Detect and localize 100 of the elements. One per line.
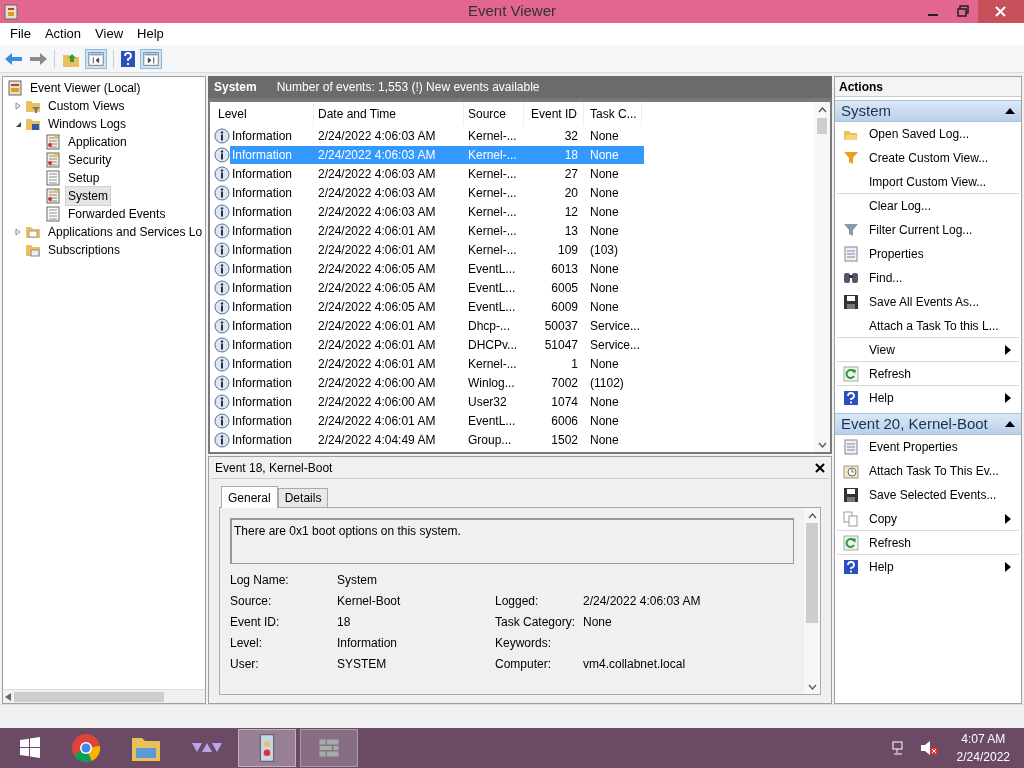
command-link[interactable]: Clear Log... (837, 194, 1019, 218)
menu-item[interactable]: Help (131, 24, 170, 44)
clock-time[interactable]: 4:07 AM (961, 730, 1006, 748)
menu-item[interactable]: View (89, 24, 130, 44)
tree-item[interactable]: Application (65, 132, 130, 152)
event-row[interactable]: Information 2/24/2022 4:04:49 AM Group... 1502 None (230, 430, 644, 449)
back-icon[interactable] (4, 50, 24, 67)
event-row[interactable]: Information 2/24/2022 4:06:01 AM DHCPv... 51047 Service... (230, 335, 644, 354)
tab[interactable]: General (221, 486, 278, 508)
table-cell-text: None (589, 279, 620, 297)
event-row[interactable]: Information 2/24/2022 4:06:01 AM EventL... 6006 None (230, 411, 644, 430)
command-link[interactable]: Filter Current Log... (837, 218, 1019, 242)
column-header[interactable]: Date and Time (314, 102, 464, 126)
info-icon (214, 336, 230, 353)
table-cell-text: 27 (563, 165, 579, 183)
section-header[interactable]: System (835, 100, 1021, 122)
command-link[interactable]: Import Custom View... (837, 170, 1019, 194)
event-viewer-icon[interactable] (238, 729, 296, 767)
column-header[interactable]: Source (464, 102, 524, 126)
scrollbar-thumb[interactable] (14, 691, 164, 702)
folder-icon (25, 242, 41, 258)
expand-icon[interactable] (14, 228, 22, 236)
event-row[interactable]: Information 2/24/2022 4:06:03 AM Kernel-... 27 None (230, 164, 644, 183)
command-link[interactable]: Attach a Task To this L... (837, 314, 1019, 338)
horizontal-scrollbar[interactable] (3, 689, 205, 703)
command-link[interactable]: Help (837, 386, 1019, 410)
event-row[interactable]: Information 2/24/2022 4:06:00 AM User32 1074 None (230, 392, 644, 411)
menu-item[interactable]: Action (38, 24, 88, 44)
tree-item[interactable]: Applications and Services Lo (45, 222, 205, 242)
event-row[interactable]: Information 2/24/2022 4:06:05 AM EventL... 6009 None (230, 297, 644, 316)
help-icon[interactable] (120, 49, 136, 68)
command-link[interactable]: Refresh (837, 362, 1019, 386)
scroll-down-icon[interactable] (817, 442, 827, 448)
event-row[interactable]: Information 2/24/2022 4:06:03 AM Kernel-... 32 None (230, 126, 644, 145)
column-header[interactable]: Level (214, 102, 314, 126)
refresh-icon (843, 365, 859, 382)
event-row[interactable]: Information 2/24/2022 4:06:00 AM Winlog... 7002 (1102) (230, 373, 644, 392)
event-row[interactable]: Information 2/24/2022 4:06:01 AM Kernel-... 1 None (230, 354, 644, 373)
help-icon (843, 389, 859, 406)
scrollbar-thumb[interactable] (806, 523, 818, 623)
table-cell-text: Group... (467, 431, 513, 449)
menu-item[interactable]: File (4, 24, 37, 44)
tab[interactable]: Details (277, 488, 329, 507)
table-cell-text: EventL... (467, 279, 517, 297)
tree-item[interactable]: Security (65, 150, 115, 170)
table-cell-text: Information (231, 222, 294, 240)
command-link[interactable]: Event Properties (837, 435, 1019, 459)
vertical-scrollbar[interactable] (804, 508, 820, 694)
command-link[interactable]: Help (837, 555, 1019, 579)
tree-item[interactable]: System (65, 186, 111, 206)
table-cell-text: 2/24/2022 4:06:01 AM (317, 241, 437, 259)
command-link[interactable]: View (837, 338, 1019, 362)
muted-speaker-icon[interactable] (918, 739, 939, 757)
tree-item[interactable]: Setup (65, 168, 103, 188)
command-link[interactable]: Open Saved Log... (837, 122, 1019, 146)
command-link[interactable]: Copy (837, 507, 1019, 531)
event-row[interactable]: Information 2/24/2022 4:06:05 AM EventL... 6013 None (230, 259, 644, 278)
section-header[interactable]: Event 20, Kernel-Boot (835, 413, 1021, 435)
column-header[interactable]: Task C... (584, 102, 642, 126)
event-row[interactable]: Information 2/24/2022 4:06:03 AM Kernel-... 20 None (230, 183, 644, 202)
tree-item[interactable]: Subscriptions (45, 240, 124, 260)
event-row[interactable]: Information 2/24/2022 4:06:05 AM EventL... 6005 None (230, 278, 644, 297)
table-cell-text: Information (231, 298, 294, 316)
tree-item[interactable]: Custom Views (45, 96, 128, 116)
field-label: Logged: (495, 593, 540, 610)
log-title: System (214, 79, 257, 96)
table-cell-text: 2/24/2022 4:06:01 AM (317, 317, 437, 335)
pane-icon[interactable] (140, 48, 162, 69)
collapse-icon (1005, 108, 1015, 114)
table-cell-text: None (589, 260, 620, 278)
forward-icon[interactable] (28, 50, 48, 67)
command-link[interactable]: Attach Task To This Ev... (837, 459, 1019, 483)
tree-item[interactable]: Windows Logs (45, 114, 130, 134)
event-row[interactable]: Information 2/24/2022 4:06:01 AM Kernel-... 109 (103) (230, 240, 644, 259)
scroll-up-icon[interactable] (807, 513, 817, 519)
command-link[interactable]: Find... (837, 266, 1019, 290)
collapse-icon[interactable] (14, 120, 22, 128)
scroll-left-icon[interactable] (5, 692, 12, 701)
event-row[interactable]: Information 2/24/2022 4:06:01 AM Dhcp-... 50037 Service... (230, 316, 644, 335)
pane-icon[interactable] (85, 48, 107, 69)
command-link[interactable]: Refresh (837, 531, 1019, 555)
command-link[interactable]: Properties (837, 242, 1019, 266)
info-icon (214, 374, 230, 391)
table-cell-text: Information (231, 184, 294, 202)
table-cell-text: Information (231, 317, 294, 335)
event-row[interactable]: Information 2/24/2022 4:06:03 AM Kernel-... 12 None (230, 202, 644, 221)
tree-item[interactable]: Forwarded Events (65, 204, 169, 224)
command-link[interactable]: Save All Events As... (837, 290, 1019, 314)
event-row[interactable]: Information 2/24/2022 4:06:01 AM Kernel-... 13 None (230, 221, 644, 240)
scroll-up-icon[interactable] (817, 107, 827, 113)
expand-icon[interactable] (14, 102, 22, 110)
vertical-scrollbar[interactable] (814, 102, 830, 452)
command-link[interactable]: Create Custom View... (837, 146, 1019, 170)
tree-item[interactable]: Event Viewer (Local) (27, 78, 144, 98)
scroll-down-icon[interactable] (807, 684, 817, 690)
column-header[interactable]: Event ID (524, 102, 584, 126)
scrollbar-thumb[interactable] (817, 118, 827, 134)
close-icon[interactable] (815, 462, 825, 473)
command-link[interactable]: Save Selected Events... (837, 483, 1019, 507)
clock-date[interactable]: 2/24/2022 (956, 748, 1010, 766)
